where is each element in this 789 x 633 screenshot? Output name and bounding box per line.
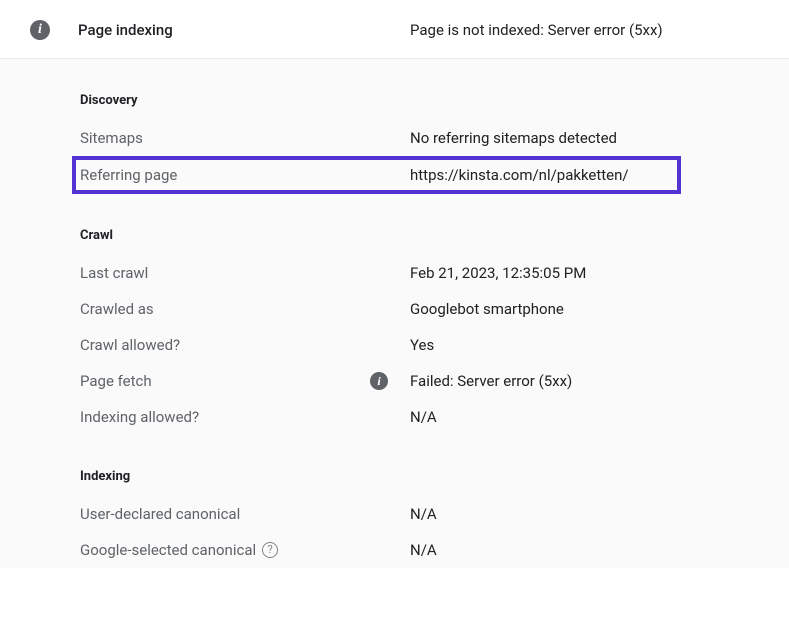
referring-page-row: Referring page https://kinsta.com/nl/pak… <box>72 156 681 194</box>
indexing-heading: Indexing <box>80 453 765 496</box>
user-canonical-row: User-declared canonical N/A <box>80 496 765 532</box>
details-panel: Discovery Sitemaps No referring sitemaps… <box>0 59 789 568</box>
indexing-allowed-row: Indexing allowed? N/A <box>80 399 765 435</box>
page-title: Page indexing <box>78 21 410 39</box>
help-icon[interactable]: ? <box>262 542 278 558</box>
crawled-as-label: Crawled as <box>80 300 410 318</box>
last-crawl-label: Last crawl <box>80 264 410 282</box>
sitemaps-value: No referring sitemaps detected <box>410 129 617 147</box>
sitemaps-row: Sitemaps No referring sitemaps detected <box>80 120 765 156</box>
user-canonical-value: N/A <box>410 505 437 523</box>
google-canonical-label: Google-selected canonical ? <box>80 541 410 559</box>
crawl-heading: Crawl <box>80 212 765 255</box>
page-fetch-label-text: Page fetch <box>80 372 152 390</box>
last-crawl-value: Feb 21, 2023, 12:35:05 PM <box>410 264 586 282</box>
discovery-heading: Discovery <box>80 77 765 120</box>
user-canonical-label: User-declared canonical <box>80 505 410 523</box>
referring-page-value: https://kinsta.com/nl/pakketten/ <box>410 166 629 184</box>
crawled-as-row: Crawled as Googlebot smartphone <box>80 291 765 327</box>
page-indexing-header: i Page indexing Page is not indexed: Ser… <box>0 0 789 59</box>
google-canonical-label-text: Google-selected canonical <box>80 541 256 559</box>
referring-page-label: Referring page <box>80 166 410 184</box>
indexing-allowed-label: Indexing allowed? <box>80 408 410 426</box>
page-fetch-value: Failed: Server error (5xx) <box>410 372 572 390</box>
crawl-allowed-label: Crawl allowed? <box>80 336 410 354</box>
page-fetch-label: Page fetch i <box>80 372 410 390</box>
crawled-as-value: Googlebot smartphone <box>410 300 564 318</box>
info-icon[interactable]: i <box>370 372 388 390</box>
google-canonical-row: Google-selected canonical ? N/A <box>80 532 765 568</box>
google-canonical-value: N/A <box>410 541 437 559</box>
crawl-allowed-row: Crawl allowed? Yes <box>80 327 765 363</box>
sitemaps-label: Sitemaps <box>80 129 410 147</box>
page-fetch-row: Page fetch i Failed: Server error (5xx) <box>80 363 765 399</box>
crawl-allowed-value: Yes <box>410 336 434 354</box>
indexing-allowed-value: N/A <box>410 408 437 426</box>
info-icon: i <box>30 20 50 40</box>
last-crawl-row: Last crawl Feb 21, 2023, 12:35:05 PM <box>80 255 765 291</box>
page-status: Page is not indexed: Server error (5xx) <box>410 21 663 39</box>
